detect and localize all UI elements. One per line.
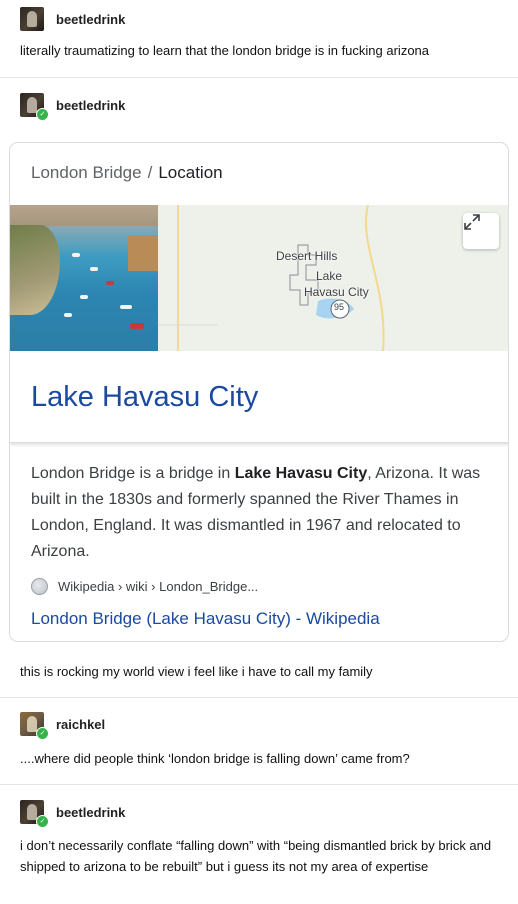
divider <box>0 697 518 698</box>
tumblr-badge-icon: ✓ <box>36 815 49 828</box>
source-link[interactable]: London Bridge (Lake Havasu City) - Wikip… <box>31 609 380 629</box>
place-title-box: Lake Havasu City <box>10 351 508 443</box>
map-label-lake: Lake <box>316 269 343 283</box>
post-4-header: ✓ beetledrink <box>20 800 125 828</box>
post-text: ....where did people think ‘london bridg… <box>20 751 410 766</box>
avatar[interactable]: ✓ <box>20 712 49 740</box>
avatar[interactable] <box>20 7 44 31</box>
post-text: i don’t necessarily conflate “falling do… <box>20 838 492 874</box>
username[interactable]: raichkel <box>56 717 105 732</box>
divider <box>0 77 518 78</box>
map-label-havasu-city: Havasu City <box>304 285 369 299</box>
username[interactable]: beetledrink <box>56 98 125 113</box>
post-1-header: beetledrink <box>20 7 125 31</box>
divider <box>0 784 518 785</box>
place-title[interactable]: Lake Havasu City <box>31 381 258 414</box>
description-bold: Lake Havasu City <box>234 465 368 482</box>
globe-icon <box>31 578 48 595</box>
route-95-shield: 95 <box>334 302 345 312</box>
source-breadcrumb: Wikipedia › wiki › London_Bridge... <box>58 579 259 594</box>
place-description: London Bridge is a bridge in Lake Havasu… <box>31 461 493 565</box>
google-location-card: London Bridge / Location Desert Hills Lake… <box>9 142 509 642</box>
username[interactable]: beetledrink <box>56 805 125 820</box>
breadcrumb-parent: London Bridge <box>31 163 142 182</box>
lake-photo <box>10 205 158 351</box>
avatar[interactable]: ✓ <box>20 93 49 121</box>
post-text: this is rocking my world view i feel lik… <box>20 664 373 679</box>
source-row: Wikipedia › wiki › London_Bridge... <box>31 578 258 595</box>
map-label-desert-hills: Desert Hills <box>276 249 338 263</box>
location-map[interactable]: Desert Hills Lake Havasu City 95 <box>158 205 508 351</box>
post-2-header: ✓ beetledrink <box>20 93 125 121</box>
post-3-header: ✓ raichkel <box>20 712 105 740</box>
description-part: London Bridge is a bridge in <box>31 465 235 482</box>
avatar[interactable]: ✓ <box>20 800 49 828</box>
tumblr-badge-icon: ✓ <box>36 727 49 740</box>
post-text: literally traumatizing to learn that the… <box>20 43 430 58</box>
username[interactable]: beetledrink <box>56 12 125 27</box>
breadcrumb-current: Location <box>158 163 223 182</box>
breadcrumb: London Bridge / Location <box>31 163 223 183</box>
tumblr-badge-icon: ✓ <box>36 108 49 121</box>
expand-arrows-icon[interactable] <box>463 213 499 249</box>
breadcrumb-separator: / <box>147 163 153 182</box>
